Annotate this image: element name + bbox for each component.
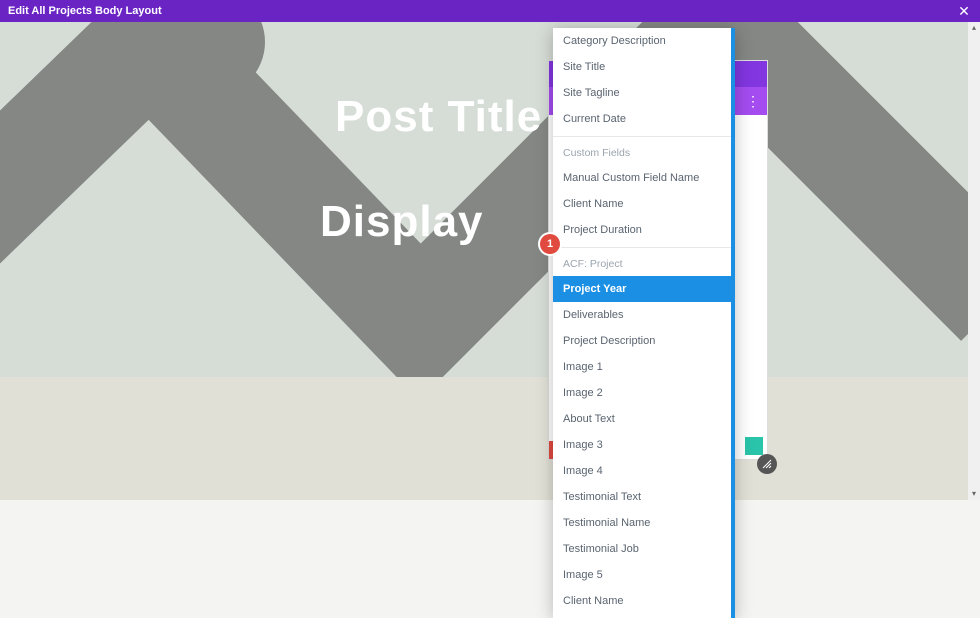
dd-item-project-duration[interactable]: Project Duration [553, 217, 735, 243]
dd-item-client-name[interactable]: Client Name [553, 191, 735, 217]
panel-footer-accent[interactable] [745, 437, 763, 455]
dd-item-image-1[interactable]: Image 1 [553, 354, 735, 380]
resize-handle-icon[interactable] [757, 454, 777, 474]
dd-item-testimonial-name[interactable]: Testimonial Name [553, 510, 735, 536]
kebab-menu-icon[interactable]: ⋮ [746, 93, 761, 110]
scroll-down-icon[interactable]: ▾ [968, 488, 980, 500]
dd-item-testimonial-text[interactable]: Testimonial Text [553, 484, 735, 510]
dd-item-image-5[interactable]: Image 5 [553, 562, 735, 588]
dd-item-category-description[interactable]: Category Description [553, 28, 735, 54]
dd-group-acf-project: ACF: Project [553, 247, 735, 276]
dd-item-image-2[interactable]: Image 2 [553, 380, 735, 406]
placeholder-display: Display [320, 197, 484, 247]
dd-item-manual-custom-field[interactable]: Manual Custom Field Name [553, 165, 735, 191]
dd-item-about-text[interactable]: About Text [553, 406, 735, 432]
dd-item-current-date[interactable]: Current Date [553, 106, 735, 132]
dd-item-site-title[interactable]: Site Title [553, 54, 735, 80]
dropdown-scrollbar[interactable] [731, 28, 735, 618]
dd-item-image-3[interactable]: Image 3 [553, 432, 735, 458]
page-canvas: Post Title Display [0, 22, 980, 377]
page-canvas-lower [0, 377, 980, 500]
dd-item-deliverables[interactable]: Deliverables [553, 302, 735, 328]
dd-item-client-name-acf[interactable]: Client Name [553, 588, 735, 614]
scroll-up-icon[interactable]: ▴ [968, 22, 980, 34]
page-scrollbar[interactable]: ▴ ▾ [968, 22, 980, 500]
dd-group-custom-fields: Custom Fields [553, 136, 735, 165]
dynamic-content-dropdown: Category Description Site Title Site Tag… [553, 28, 735, 618]
dd-item-project-year[interactable]: Project Year [553, 276, 735, 302]
close-icon[interactable]: ✕ [956, 3, 972, 20]
placeholder-post-title: Post Title [335, 92, 542, 142]
dd-item-testimonial-job[interactable]: Testimonial Job [553, 536, 735, 562]
dd-item-image-4[interactable]: Image 4 [553, 458, 735, 484]
background-shape [0, 22, 980, 377]
dd-item-project-description[interactable]: Project Description [553, 328, 735, 354]
dd-item-site-tagline[interactable]: Site Tagline [553, 80, 735, 106]
annotation-badge-1: 1 [540, 234, 560, 254]
modal-topbar: Edit All Projects Body Layout ✕ [0, 0, 980, 22]
modal-title: Edit All Projects Body Layout [8, 5, 162, 17]
